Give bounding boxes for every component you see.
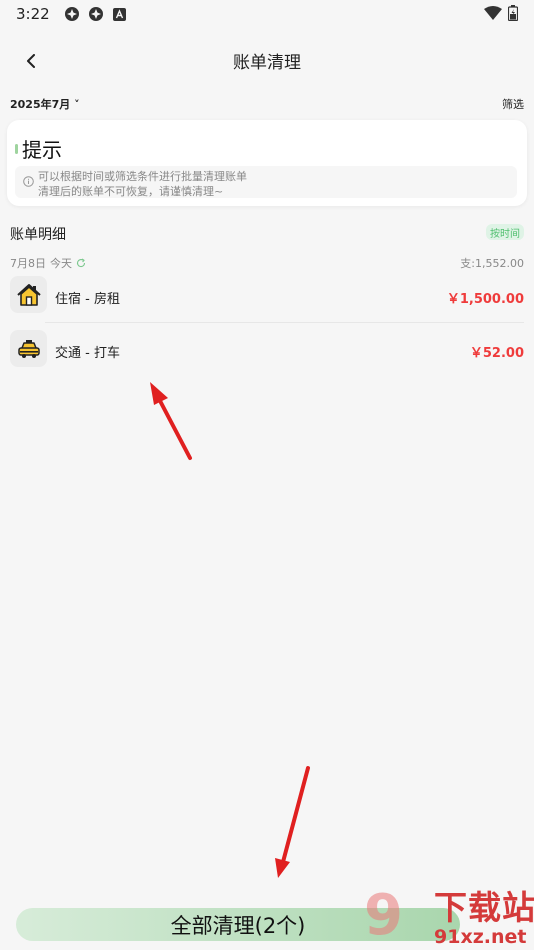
keyboard-a-icon xyxy=(112,6,128,22)
refresh-icon xyxy=(76,258,86,268)
taxi-icon xyxy=(10,330,47,367)
sort-by-time-button[interactable]: 按时间 xyxy=(486,224,524,240)
watermark-logo: 9 下载站 91xz.net xyxy=(362,888,534,950)
bill-amount: ￥1,500.00 xyxy=(446,292,524,307)
app-bar: 账单清理 xyxy=(0,40,534,80)
row-divider xyxy=(45,322,524,323)
status-bar: 3:22 xyxy=(0,0,534,28)
bill-category: 住宿 - 房租 xyxy=(55,292,120,307)
watermark-url: 91xz.net xyxy=(434,926,527,948)
bill-row[interactable]: 交通 - 打车 ￥52.00 xyxy=(10,330,524,370)
filter-button[interactable]: 筛选 xyxy=(502,96,524,110)
app-notification-icon xyxy=(88,6,104,22)
tip-header: 提示 xyxy=(15,134,62,163)
watermark-brand: 下载站 xyxy=(434,888,534,927)
date-label: 7月8日 xyxy=(10,257,46,270)
battery-icon xyxy=(507,5,519,25)
wifi-icon xyxy=(484,6,502,24)
date-group-label: 7月8日 今天 xyxy=(10,255,86,271)
date-group-header: 7月8日 今天 支:1,552.00 xyxy=(10,255,524,271)
tip-message-line: 清理后的账单不可恢复，请谨慎清理~ xyxy=(38,185,224,198)
clear-all-label: 全部清理(2个) xyxy=(170,913,306,938)
app-notification-icon xyxy=(64,6,80,22)
chevron-down-icon: ˅ xyxy=(70,98,80,110)
watermark-mark: 9 xyxy=(364,883,403,948)
house-icon xyxy=(10,276,47,313)
chevron-left-icon xyxy=(27,54,35,68)
annotation-arrow-lower xyxy=(275,766,310,878)
annotation-arrow-upper xyxy=(150,382,192,460)
back-button[interactable] xyxy=(18,48,44,74)
weekday-label: 今天 xyxy=(50,257,72,270)
month-selector[interactable]: 2025年7月 ˅ xyxy=(10,96,80,110)
bill-details-title: 账单明细 xyxy=(10,227,66,243)
day-total: 支:1,552.00 xyxy=(460,257,524,270)
info-icon xyxy=(23,176,34,187)
bill-amount: ￥52.00 xyxy=(469,346,524,361)
bill-row[interactable]: 住宿 - 房租 ￥1,500.00 xyxy=(10,276,524,316)
tip-card: 提示 可以根据时间或筛选条件进行批量清理账单 清理后的账单不可恢复，请谨慎清理~ xyxy=(7,120,527,206)
page-title: 账单清理 xyxy=(233,52,301,73)
tip-message-line: 可以根据时间或筛选条件进行批量清理账单 xyxy=(38,170,247,183)
tip-message-box: 可以根据时间或筛选条件进行批量清理账单 清理后的账单不可恢复，请谨慎清理~ xyxy=(15,166,517,198)
tip-title: 提示 xyxy=(22,138,62,162)
status-time: 3:22 xyxy=(16,5,50,23)
month-label: 2025年7月 xyxy=(10,98,71,110)
status-right xyxy=(484,5,519,25)
tip-accent-bar xyxy=(15,143,18,154)
bill-category: 交通 - 打车 xyxy=(55,346,120,361)
filter-row: 2025年7月 ˅ 筛选 xyxy=(10,96,524,110)
